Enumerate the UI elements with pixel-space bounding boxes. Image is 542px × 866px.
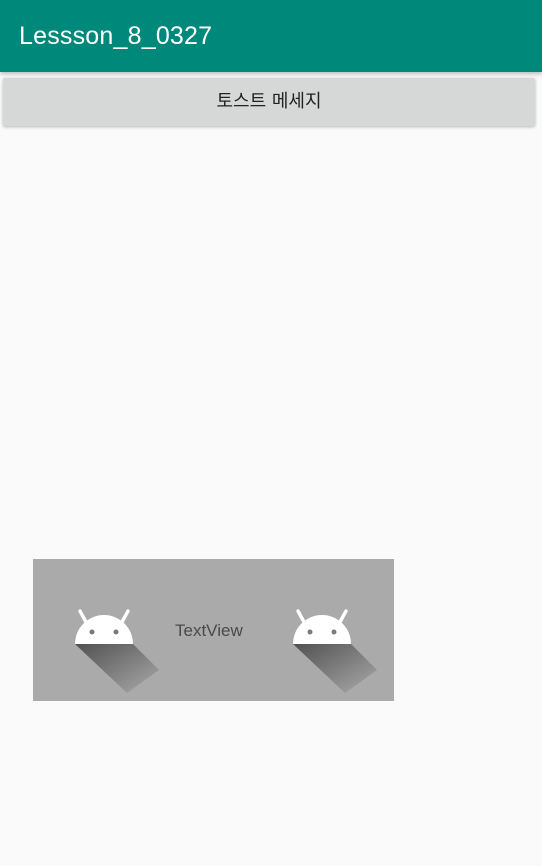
custom-toast-panel: TextView <box>33 559 394 701</box>
app-title: Lessson_8_0327 <box>19 22 213 50</box>
android-icon <box>293 609 377 693</box>
app-bar: Lessson_8_0327 <box>0 0 542 72</box>
toast-message-button[interactable]: 토스트 메세지 <box>3 78 535 126</box>
toast-text: TextView <box>175 621 243 640</box>
android-icon <box>75 609 159 693</box>
